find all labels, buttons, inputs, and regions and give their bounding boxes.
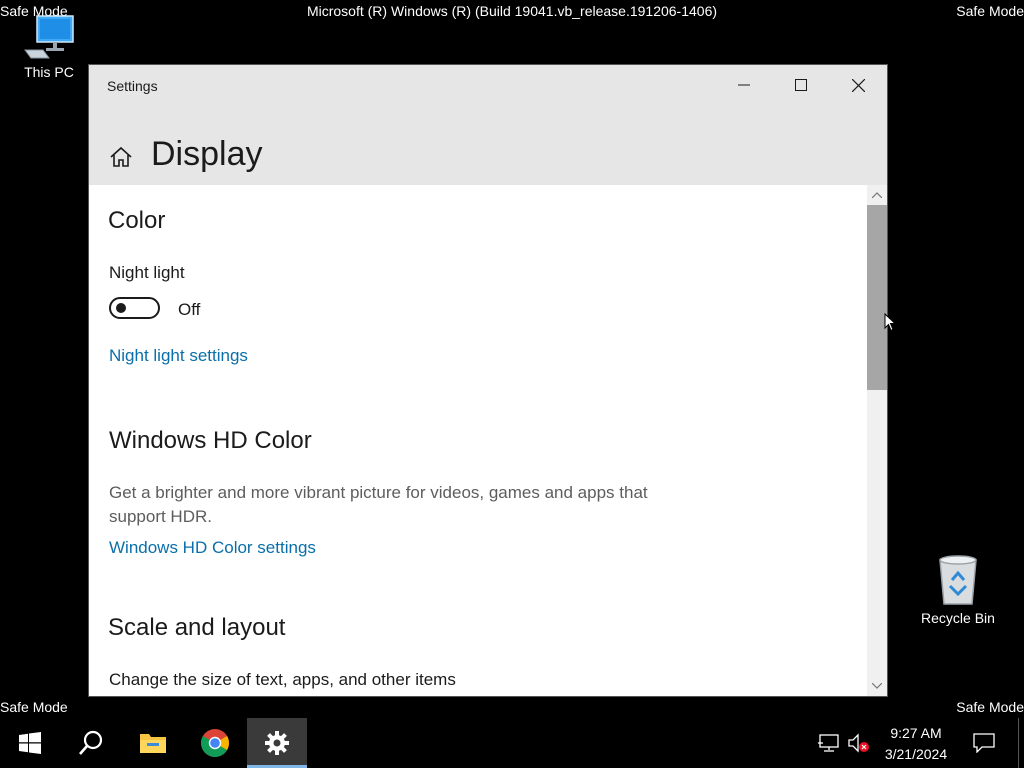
- settings-window: Settings Display Color Night light Off N…: [89, 65, 887, 696]
- taskbar: 9:27 AM 3/21/2024: [0, 718, 1024, 768]
- toggle-knob: [116, 303, 126, 313]
- chevron-down-icon: [872, 683, 882, 689]
- start-button[interactable]: [0, 718, 60, 768]
- scale-description: Change the size of text, apps, and other…: [109, 670, 456, 689]
- settings-taskbar-button[interactable]: [247, 718, 307, 768]
- mouse-cursor-icon: [884, 313, 896, 332]
- volume-muted-icon[interactable]: [848, 733, 870, 753]
- desktop-icon-recycle-bin[interactable]: Recycle Bin: [913, 554, 1003, 626]
- scroll-up-button[interactable]: [867, 187, 887, 203]
- chevron-up-icon: [872, 192, 882, 198]
- windows-build-text: Microsoft (R) Windows (R) (Build 19041.v…: [306, 3, 718, 19]
- section-heading-hd-color: Windows HD Color: [109, 427, 312, 454]
- desktop-icon-label: This PC: [24, 64, 74, 80]
- settings-icon: [265, 731, 289, 755]
- night-light-toggle[interactable]: [109, 297, 160, 319]
- home-icon[interactable]: [109, 145, 133, 169]
- desktop-icon-label: Recycle Bin: [921, 610, 995, 626]
- window-titlebar[interactable]: Settings: [89, 65, 887, 105]
- maximize-icon: [794, 79, 807, 91]
- scroll-down-button[interactable]: [867, 678, 887, 694]
- minimize-button[interactable]: [715, 65, 772, 105]
- window-title: Settings: [107, 78, 158, 94]
- start-icon: [19, 732, 41, 754]
- section-heading-color: Color: [108, 207, 166, 234]
- show-desktop-button[interactable]: [1018, 718, 1024, 768]
- section-heading-scale: Scale and layout: [108, 614, 286, 641]
- clock-date: 3/21/2024: [884, 746, 948, 762]
- close-icon: [852, 78, 865, 92]
- file-explorer-icon: [140, 734, 166, 753]
- close-button[interactable]: [830, 65, 887, 105]
- computer-icon: [24, 15, 74, 59]
- clock-time: 9:27 AM: [890, 725, 942, 741]
- night-light-label: Night light: [109, 263, 185, 282]
- search-button[interactable]: [61, 718, 121, 768]
- safe-mode-label-bottom-left: Safe Mode: [0, 699, 68, 715]
- minimize-icon: [737, 84, 750, 86]
- settings-content: Color Night light Off Night light settin…: [89, 185, 867, 696]
- action-center-icon: [973, 733, 995, 753]
- system-clock[interactable]: 9:27 AM 3/21/2024: [874, 723, 958, 765]
- safe-mode-label-bottom-right: Safe Mode: [956, 699, 1024, 715]
- page-title: Display: [151, 135, 263, 173]
- chrome-button[interactable]: [185, 718, 245, 768]
- scrollbar-thumb[interactable]: [867, 205, 887, 390]
- night-light-settings-link[interactable]: Night light settings: [109, 346, 248, 366]
- hd-color-description: Get a brighter and more vibrant picture …: [109, 483, 648, 526]
- hd-color-settings-link[interactable]: Windows HD Color settings: [109, 538, 316, 558]
- chrome-icon: [201, 729, 229, 757]
- search-icon: [79, 730, 103, 755]
- desktop-icon-this-pc[interactable]: This PC: [4, 14, 94, 80]
- action-center-button[interactable]: [960, 718, 1008, 768]
- vertical-scrollbar[interactable]: [867, 185, 887, 696]
- file-explorer-button[interactable]: [123, 718, 183, 768]
- night-light-state: Off: [178, 300, 201, 319]
- page-header: Display: [89, 105, 887, 185]
- network-icon[interactable]: [818, 733, 840, 753]
- maximize-button[interactable]: [772, 65, 829, 105]
- recycle-bin-icon: [939, 555, 977, 605]
